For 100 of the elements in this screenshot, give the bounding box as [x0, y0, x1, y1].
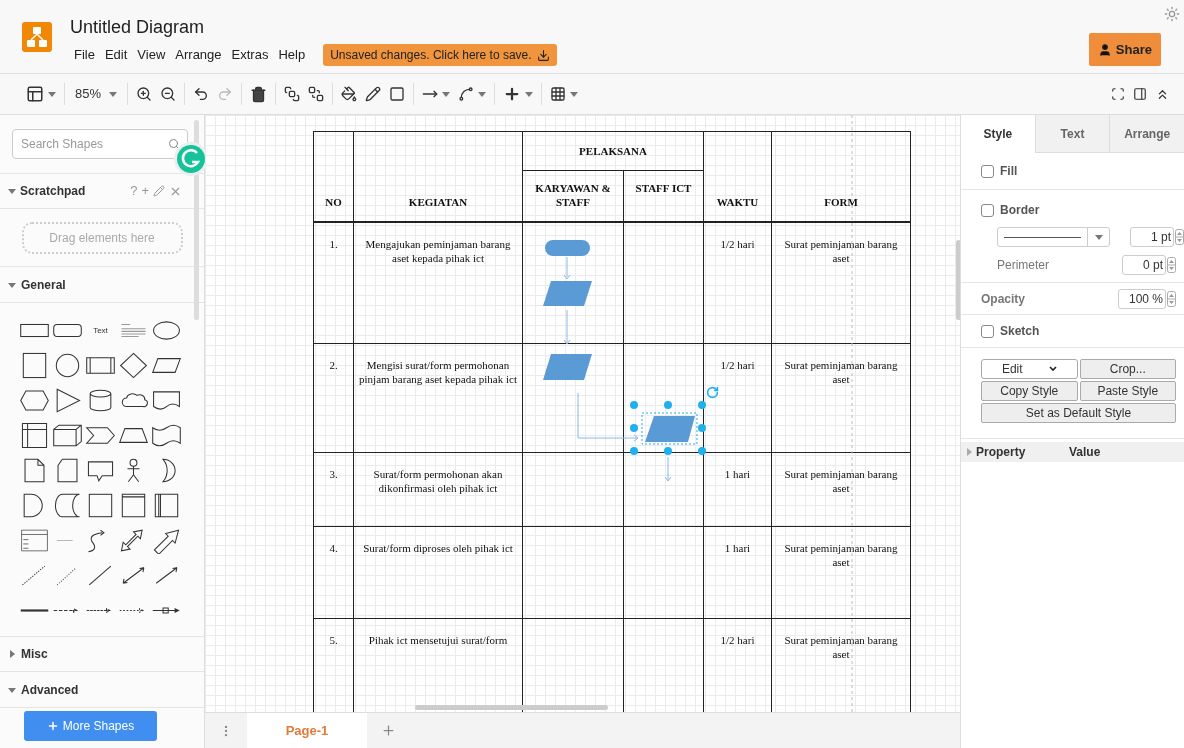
- undo-icon: [193, 86, 210, 102]
- caret-icon: [570, 91, 579, 97]
- caret-icon: [48, 91, 56, 97]
- copy-style-button[interactable]: Copy Style: [981, 381, 1078, 401]
- zoom-in-icon: [136, 86, 153, 102]
- table-cell: 3.: [314, 453, 354, 527]
- table-header: WAKTU: [704, 132, 772, 223]
- checkbox-label: Fill: [1000, 163, 1018, 180]
- cube-icon[interactable]: [52, 422, 83, 449]
- format-toggle-icon: [1133, 87, 1147, 101]
- table-cell: 4.: [314, 527, 354, 619]
- caret-icon: [442, 91, 451, 97]
- paste-style-button[interactable]: Paste Style: [1079, 381, 1176, 401]
- collapse-triangle-icon[interactable]: [8, 187, 16, 195]
- caret-icon: [109, 91, 118, 97]
- user-icon: [1097, 42, 1112, 57]
- default-style-button[interactable]: Set as Default Style: [981, 403, 1176, 423]
- table-cell: 2.: [314, 344, 354, 453]
- number-field[interactable]: 0 pt: [1122, 255, 1166, 275]
- section-title[interactable]: General: [21, 275, 66, 294]
- text-shape[interactable]: Text: [93, 324, 108, 337]
- collapse-triangle-icon[interactable]: [8, 280, 16, 289]
- table-header: KEGIATAN: [354, 132, 523, 223]
- menu-item[interactable]: Arrange: [171, 45, 226, 65]
- section-title[interactable]: Misc: [21, 645, 48, 663]
- edit-icon[interactable]: [153, 185, 165, 197]
- table-cell: Surat/form permohonan akan dikonfirmasi oleh pihak ict: [354, 453, 523, 527]
- to-front-icon: [284, 86, 301, 102]
- line-color-icon: [365, 86, 382, 102]
- perimeter-label: Perimeter: [997, 257, 1049, 274]
- menu-item[interactable]: Edit: [100, 45, 132, 65]
- fill-color-icon: [341, 86, 358, 102]
- download-icon: [536, 48, 550, 62]
- sun-icon[interactable]: [1164, 6, 1180, 22]
- line-style-dropdown[interactable]: [997, 227, 1110, 247]
- internal-storage-icon[interactable]: [19, 422, 50, 449]
- arrow-icon[interactable]: [151, 527, 182, 554]
- caret-icon: [525, 91, 534, 97]
- diagram-canvas[interactable]: [205, 115, 960, 712]
- search-field[interactable]: Search Shapes: [12, 129, 188, 159]
- checkbox-label: Border: [1000, 202, 1040, 219]
- table-cell: Mengajukan peminjaman barang aset kepada pihak ict: [354, 223, 523, 344]
- column-header: Value: [1069, 444, 1101, 461]
- stored-data-icon[interactable]: [52, 492, 83, 519]
- table-header: STAFF ICT: [624, 171, 704, 223]
- menu-item[interactable]: Help: [274, 45, 310, 65]
- table-header: FORM: [772, 132, 911, 223]
- collapse-triangle-icon[interactable]: [8, 685, 16, 694]
- drop-zone: Drag elements here: [21, 221, 183, 254]
- table-cell: Surat peminjaman barang aset: [772, 527, 911, 619]
- tape-icon[interactable]: [151, 422, 182, 449]
- menu-item[interactable]: View: [133, 45, 170, 65]
- format-tab[interactable]: Text: [1034, 115, 1110, 153]
- section-title[interactable]: Scratchpad: [20, 182, 86, 200]
- format-panel-icon: [26, 85, 44, 103]
- shadow-icon: [389, 86, 406, 102]
- save-notice-button[interactable]: Unsaved changes. Click here to save.: [323, 44, 557, 66]
- caret-icon: [1094, 234, 1103, 240]
- crop-button[interactable]: Crop...: [1079, 359, 1176, 379]
- menu-item[interactable]: Extras: [227, 45, 273, 65]
- table-icon: [550, 86, 567, 102]
- checkbox[interactable]: [981, 164, 994, 178]
- format-tab[interactable]: Arrange: [1109, 115, 1184, 153]
- stepper-icon[interactable]: [1167, 257, 1176, 273]
- search-icon[interactable]: [168, 138, 180, 150]
- zoom-dropdown[interactable]: 85%: [69, 84, 124, 104]
- table-cell: Surat/form diproses oleh pihak ict: [354, 527, 523, 619]
- list-icon[interactable]: [19, 527, 50, 554]
- to-back-icon: [308, 86, 325, 102]
- plus-icon: [46, 720, 59, 732]
- redo-icon: [217, 86, 234, 102]
- checkbox[interactable]: [981, 203, 994, 217]
- checkbox[interactable]: [981, 324, 994, 338]
- scrollbar[interactable]: [956, 240, 960, 320]
- checkbox-label: Sketch: [1000, 323, 1040, 340]
- delete-icon: [250, 85, 268, 103]
- table-header: PELAKSANA: [523, 132, 704, 171]
- chevron-icon: [1048, 366, 1057, 372]
- hexagon-icon[interactable]: [19, 387, 50, 414]
- document-title[interactable]: Untitled Diagram: [70, 16, 557, 38]
- expand-triangle-icon[interactable]: [8, 650, 16, 658]
- table-cell: 1/2 hari: [704, 223, 772, 344]
- diamond-icon[interactable]: [118, 352, 149, 379]
- number-field[interactable]: 100 %: [1118, 288, 1166, 309]
- table-cell: Surat peminjaman barang aset: [772, 453, 911, 527]
- section-title[interactable]: Advanced: [21, 680, 79, 699]
- edit-dropdown[interactable]: Edit: [981, 359, 1078, 379]
- table-cell: Surat peminjaman barang aset: [772, 344, 911, 453]
- waypoints-icon: [458, 86, 475, 102]
- number-field[interactable]: 1 pt: [1130, 227, 1174, 247]
- menu-item[interactable]: File: [70, 45, 99, 65]
- add-page-icon[interactable]: [381, 723, 396, 738]
- share-button[interactable]: Share: [1088, 33, 1161, 66]
- stepper-icon[interactable]: [1175, 229, 1184, 245]
- stepper-icon[interactable]: [1167, 290, 1176, 307]
- table-cell: 1 hari: [704, 527, 772, 619]
- app-logo-icon[interactable]: [22, 22, 52, 52]
- table-header: KARYAWAN & STAFF: [523, 171, 624, 223]
- scrollbar[interactable]: [415, 705, 608, 710]
- table-cell: 1.: [314, 223, 354, 344]
